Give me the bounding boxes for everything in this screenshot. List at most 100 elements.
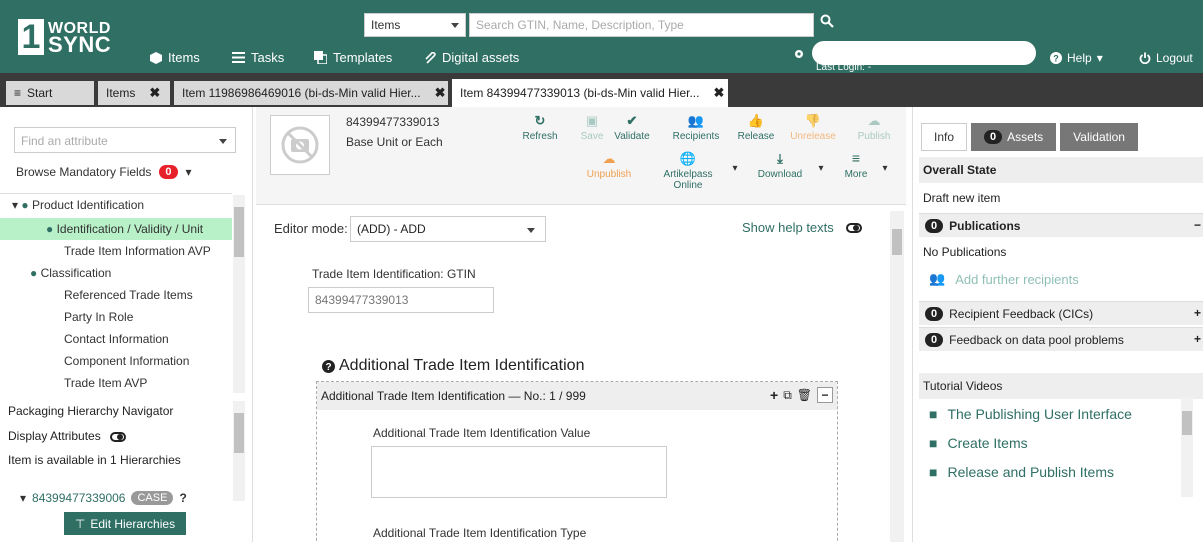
tree-item-label: Component Information	[64, 354, 190, 368]
tab-validation[interactable]: Validation	[1060, 123, 1138, 151]
videos-scrollbar[interactable]	[1181, 397, 1193, 497]
item-image-placeholder[interactable]	[270, 115, 330, 175]
download-button[interactable]: ⤓ Download	[752, 152, 808, 180]
hierarchy-node[interactable]: ▾ 84399477339006 CASE ?	[20, 491, 187, 505]
tab-assets-label: Assets	[1007, 130, 1044, 144]
recipient-feedback-header[interactable]: 0 Recipient Feedback (CICs) +	[919, 301, 1203, 325]
recipients-button[interactable]: 👥 Recipients	[670, 114, 722, 142]
save-icon: ▣	[585, 113, 599, 128]
value-textarea[interactable]	[371, 446, 667, 498]
last-login: Last Login: -	[816, 62, 872, 73]
browse-label: Browse Mandatory Fields	[16, 165, 152, 179]
check-circle-icon: ●	[46, 222, 54, 236]
validate-button[interactable]: ✔ Validate	[612, 113, 652, 142]
more-button[interactable]: ≡ More	[838, 151, 874, 180]
scrollbar-thumb[interactable]	[234, 413, 244, 453]
help-menu[interactable]: ? Help ▾	[1050, 51, 1103, 65]
data-pool-feedback-header[interactable]: 0 Feedback on data pool problems +	[919, 327, 1203, 351]
logout-button[interactable]: Logout	[1139, 51, 1193, 65]
download-dropdown[interactable]: ▾	[816, 163, 826, 174]
scrollbar-thumb[interactable]	[892, 229, 902, 255]
copy-icon[interactable]: ⧉	[783, 388, 792, 403]
unpublish-button[interactable]: ☁ Unpublish	[584, 152, 634, 180]
tree-scrollbar[interactable]	[233, 195, 245, 393]
tab-assets[interactable]: 0 Assets	[971, 123, 1057, 151]
nav-templates[interactable]: Templates	[314, 50, 392, 65]
find-attribute-select[interactable]: Find an attribute	[14, 127, 236, 153]
tree-item-identification[interactable]: ● Identification / Validity / Unit	[0, 218, 232, 240]
collapse-button[interactable]: −	[817, 387, 833, 403]
check-icon: ✔	[626, 113, 638, 128]
tab-item-11986986469016[interactable]: Item 11986986469016 (bi-ds-Min valid Hie…	[174, 81, 448, 105]
tree-item-trade-item-info-avp[interactable]: Trade Item Information AVP	[0, 240, 232, 262]
browse-mandatory-fields[interactable]: Browse Mandatory Fields 0 ▾	[16, 165, 192, 179]
question-circle-icon: ?	[1050, 52, 1062, 64]
close-icon[interactable]: ✖	[435, 85, 446, 101]
settings-button[interactable]	[793, 48, 805, 63]
nav-items[interactable]: Items	[150, 50, 200, 65]
publications-header[interactable]: 0 Publications −	[919, 213, 1203, 237]
tree-item-trade-item-avp[interactable]: Trade Item AVP	[0, 372, 232, 394]
show-help-texts[interactable]: Show help texts	[742, 220, 862, 235]
close-icon[interactable]: ✖	[713, 85, 724, 101]
release-label: Release	[737, 131, 775, 142]
video-link-release-publish[interactable]: ■ Release and Publish Items	[929, 464, 1114, 480]
no-publications: No Publications	[923, 245, 1007, 259]
search-type-select[interactable]: Items	[364, 13, 466, 37]
tab-info[interactable]: Info	[921, 123, 968, 151]
tab-items[interactable]: Items ✖	[98, 81, 170, 105]
collapse-icon[interactable]: −	[1194, 218, 1203, 232]
display-attributes-label: Display Attributes	[8, 429, 101, 443]
video-link-create-items[interactable]: ■ Create Items	[929, 435, 1028, 451]
close-icon[interactable]: ✖	[149, 85, 160, 101]
question-circle-icon[interactable]: ?	[322, 359, 335, 373]
refresh-button[interactable]: ↻ Refresh	[520, 114, 560, 142]
editor-mode-select[interactable]: (ADD) - ADD	[350, 216, 546, 242]
plus-icon[interactable]: +	[770, 387, 778, 403]
hierarchy-scrollbar[interactable]	[233, 401, 245, 501]
tree-item-referenced-trade-items[interactable]: Referenced Trade Items	[0, 284, 232, 306]
nav-tasks[interactable]: Tasks	[232, 50, 284, 65]
tab-start[interactable]: ≡ Start	[6, 81, 94, 105]
hierarchy-availability: Item is available in 1 Hierarchies	[8, 453, 181, 467]
search-input[interactable]: Search GTIN, Name, Description, Type	[469, 13, 814, 37]
gear-icon	[795, 50, 803, 58]
display-attributes-toggle[interactable]	[110, 431, 127, 442]
trash-icon[interactable]: 🗑	[797, 388, 812, 402]
chevron-down-icon	[451, 23, 459, 28]
more-dropdown[interactable]: ▾	[880, 163, 890, 174]
tree-item-component-information[interactable]: Component Information	[0, 350, 232, 372]
video-link-publishing-ui[interactable]: ■ The Publishing User Interface	[929, 406, 1132, 422]
tab-item-84399477339013[interactable]: Item 84399477339013 (bi-ds-Min valid Hie…	[452, 79, 728, 107]
tree-item-product-identification[interactable]: ▾ ● Product Identification	[0, 194, 232, 216]
display-attributes[interactable]: Display Attributes	[8, 429, 127, 443]
scrollbar-thumb[interactable]	[1182, 411, 1192, 435]
expand-icon[interactable]: +	[1194, 332, 1203, 346]
publish-button[interactable]: ☁ Publish	[854, 114, 894, 142]
worldsync-logo[interactable]: 1 WORLD SYNC	[18, 19, 111, 56]
nav-digital-assets[interactable]: Digital assets	[424, 50, 519, 65]
chevron-down-icon: ▾	[818, 163, 824, 174]
save-button[interactable]: ▣ Save	[576, 113, 608, 142]
expand-icon[interactable]: +	[1194, 306, 1203, 320]
chevron-down-icon: ▾	[185, 165, 192, 179]
hierarchy-gtin[interactable]: 84399477339006	[32, 491, 125, 505]
case-badge: CASE	[131, 491, 174, 505]
left-panel: Find an attribute Browse Mandatory Field…	[0, 107, 253, 542]
release-button[interactable]: 👍 Release	[734, 114, 778, 142]
search-button[interactable]	[820, 14, 842, 36]
scrollbar-thumb[interactable]	[234, 207, 244, 257]
artikelpass-online-button[interactable]: 🌐 Artikelpass Online	[660, 152, 716, 191]
edit-hierarchies-button[interactable]: ⊤ Edit Hierarchies	[64, 512, 186, 535]
show-help-toggle[interactable]	[845, 222, 862, 233]
tree-item-contact-information[interactable]: Contact Information	[0, 328, 232, 350]
tree-item-party-in-role[interactable]: Party In Role	[0, 306, 232, 328]
tree-item-classification[interactable]: ● Classification	[0, 262, 232, 284]
gtin-field[interactable]: 84399477339013	[308, 287, 494, 313]
add-recipients-link[interactable]: 👥 Add further recipients	[929, 271, 1079, 287]
question-circle-icon[interactable]: ?	[179, 491, 186, 505]
artikelpass-dropdown[interactable]: ▾	[730, 163, 740, 174]
unrelease-button[interactable]: 👎 Unrelease	[788, 114, 838, 142]
artikelpass-label-2: Online	[673, 180, 703, 191]
form-scrollbar[interactable]	[890, 211, 904, 542]
